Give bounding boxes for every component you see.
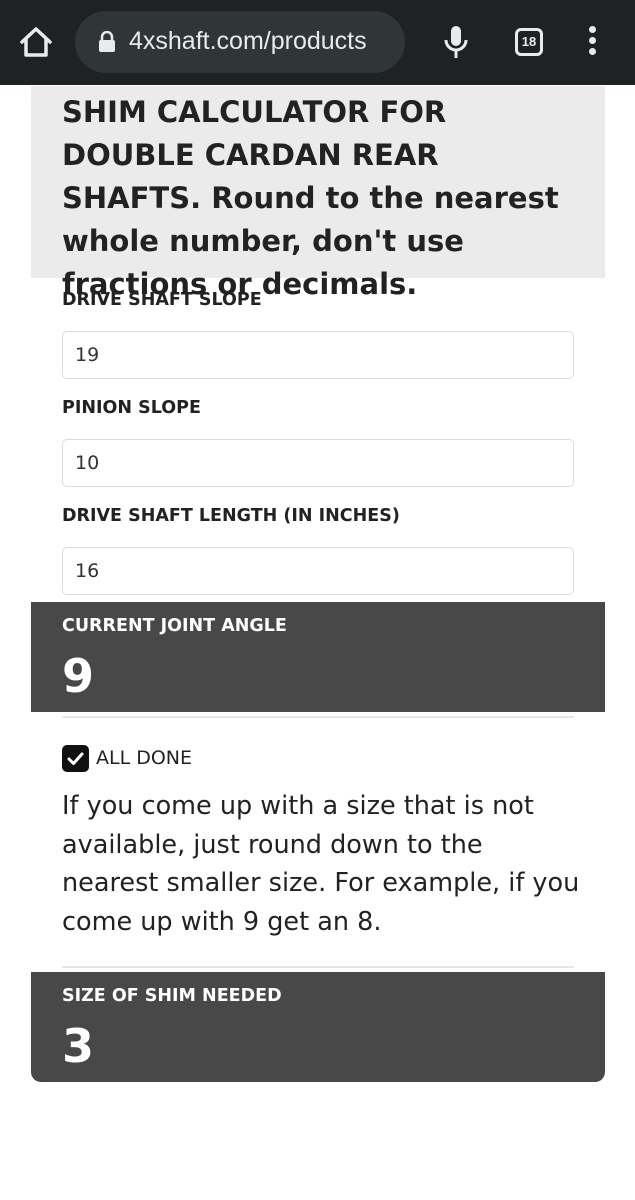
pinion-slope-label: PINION SLOPE [62, 398, 201, 418]
all-done-label: ALL DONE [96, 747, 193, 769]
pinion-slope-input[interactable] [62, 439, 574, 487]
address-bar[interactable]: 4xshaft.com/products [75, 11, 405, 73]
checkmark-icon [67, 752, 84, 765]
drive-shaft-length-input[interactable] [62, 547, 574, 595]
url-text: 4xshaft.com/products [129, 27, 367, 55]
joint-angle-value: 9 [62, 649, 95, 703]
browser-toolbar: 4xshaft.com/products 18 [0, 0, 635, 85]
lock-icon [97, 30, 117, 53]
shim-size-value: 3 [62, 1019, 95, 1073]
more-vert-icon[interactable] [580, 26, 604, 58]
joint-angle-label: CURRENT JOINT ANGLE [62, 616, 287, 636]
home-icon[interactable] [18, 24, 54, 60]
drive-shaft-length-label: DRIVE SHAFT LENGTH (IN INCHES) [62, 506, 400, 526]
microphone-icon[interactable] [441, 24, 471, 60]
rounding-note: If you come up with a size that is not a… [62, 791, 580, 937]
drive-shaft-slope-label: DRIVE SHAFT SLOPE [62, 290, 262, 310]
drive-shaft-slope-input[interactable] [62, 331, 574, 379]
shim-size-panel: SIZE OF SHIM NEEDED 3 [31, 972, 605, 1082]
tab-switcher-icon[interactable]: 18 [515, 28, 543, 56]
shim-size-label: SIZE OF SHIM NEEDED [62, 986, 282, 1006]
calculator-heading-box: SHIM CALCULATOR FOR DOUBLE CARDAN REAR S… [31, 86, 605, 301]
joint-angle-panel: CURRENT JOINT ANGLE 9 [31, 602, 605, 712]
divider [62, 716, 574, 718]
calculator-heading: SHIM CALCULATOR FOR DOUBLE CARDAN REAR S… [62, 95, 559, 301]
all-done-checkbox[interactable] [62, 745, 89, 772]
divider [62, 966, 574, 968]
